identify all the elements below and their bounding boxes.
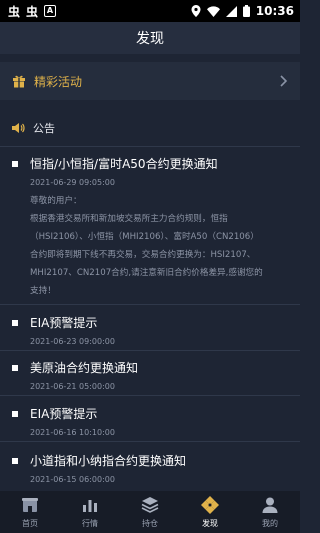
battery-icon <box>242 5 250 17</box>
bullet <box>12 410 18 417</box>
notice-date: 2021-06-16 10:10:00 <box>30 428 115 437</box>
notice-date: 2021-06-23 09:00:00 <box>30 337 115 346</box>
user-icon <box>262 497 278 513</box>
notice-title: 美原油合约更换通知 <box>30 361 139 375</box>
tab-label: 我的 <box>262 519 278 528</box>
notice-body-line: 支持！ <box>30 286 56 296</box>
notice-date: 2021-06-21 05:00:00 <box>30 382 115 391</box>
tab-positions[interactable]: 持仓 <box>120 491 180 533</box>
notice-item[interactable]: 美原油合约更换通知 2021-06-21 05:00:00 <box>0 359 300 391</box>
notice-title: 恒指/小恒指/富时A50合约更换通知 <box>30 157 218 171</box>
tab-me[interactable]: 我的 <box>240 491 300 533</box>
divider <box>0 146 300 147</box>
notice-item[interactable]: EIA预警提示 2021-06-23 09:00:00 <box>0 314 300 346</box>
notice-body-line: 根据香港交易所和新加坡交易所主力合约规则，恒指 <box>30 214 228 224</box>
notice-title: EIA预警提示 <box>30 407 98 421</box>
gift-icon <box>13 75 25 88</box>
wifi-icon <box>206 5 220 17</box>
app-notification-icon: 虫 <box>8 4 21 19</box>
a-badge-icon: A <box>44 5 57 17</box>
notice-body-line: MHI2107、CN2107合约,请注意新旧合约价格差异,感谢您的 <box>30 268 263 278</box>
header: 发现 <box>0 22 300 54</box>
speaker-icon <box>12 123 25 133</box>
discover-icon <box>201 496 219 514</box>
featured-activities-label: 精彩活动 <box>34 74 83 89</box>
notice-item[interactable]: EIA预警提示 2021-06-16 10:10:00 <box>0 405 300 437</box>
bar-chart-icon <box>83 500 97 512</box>
divider <box>0 395 300 396</box>
tab-home[interactable]: 首页 <box>0 491 60 533</box>
announcements-label: 公告 <box>33 122 55 135</box>
divider <box>0 350 300 351</box>
notice-body-line: （HSI2106）、小恒指（MHI2106）、富时A50（CN2106） <box>30 232 259 242</box>
layers-icon <box>141 497 159 513</box>
home-icon <box>22 498 38 512</box>
notice-date: 2021-06-29 09:05:00 <box>30 178 115 187</box>
bullet <box>12 364 18 371</box>
signal-icon <box>225 5 237 17</box>
notice-title: 小道指和小纳指合约更换通知 <box>30 454 187 468</box>
tab-label: 发现 <box>202 519 218 528</box>
page-title: 发现 <box>136 31 164 47</box>
announcements-header: 公告 <box>0 112 300 144</box>
notice-date: 2021-06-15 06:00:00 <box>30 475 115 484</box>
clock: 10:36 <box>255 4 294 18</box>
status-bar: 虫 虫 A 10:36 <box>0 0 300 22</box>
divider <box>0 441 300 442</box>
tab-discover[interactable]: 发现 <box>180 491 240 533</box>
notice-item[interactable]: 恒指/小恒指/富时A50合约更换通知 2021-06-29 09:05:00 尊… <box>0 155 300 300</box>
bullet <box>12 457 18 464</box>
tab-label: 行情 <box>82 519 98 528</box>
notice-item[interactable]: 小道指和小纳指合约更换通知 2021-06-15 06:00:00 <box>0 452 300 484</box>
bullet <box>12 319 18 326</box>
notice-body-line: 合约即将到期下线不再交易，交易合约更换为：HSI2107、 <box>30 250 256 260</box>
notice-body-line: 尊敬的用户： <box>30 196 82 206</box>
location-icon <box>191 5 201 17</box>
app-notification-icon: 虫 <box>26 4 39 19</box>
tab-market[interactable]: 行情 <box>60 491 120 533</box>
notice-body: 尊敬的用户： 根据香港交易所和新加坡交易所主力合约规则，恒指 （HSI2106）… <box>30 192 296 300</box>
divider <box>0 304 300 305</box>
featured-activities-row[interactable]: 精彩活动 <box>0 62 300 100</box>
chevron-right-icon <box>280 75 288 87</box>
tab-label: 首页 <box>22 519 38 528</box>
bullet <box>12 160 18 167</box>
tab-label: 持仓 <box>142 519 158 528</box>
notice-title: EIA预警提示 <box>30 316 98 330</box>
bottom-tab-bar: 首页 行情 持仓 发现 我的 <box>0 491 300 533</box>
